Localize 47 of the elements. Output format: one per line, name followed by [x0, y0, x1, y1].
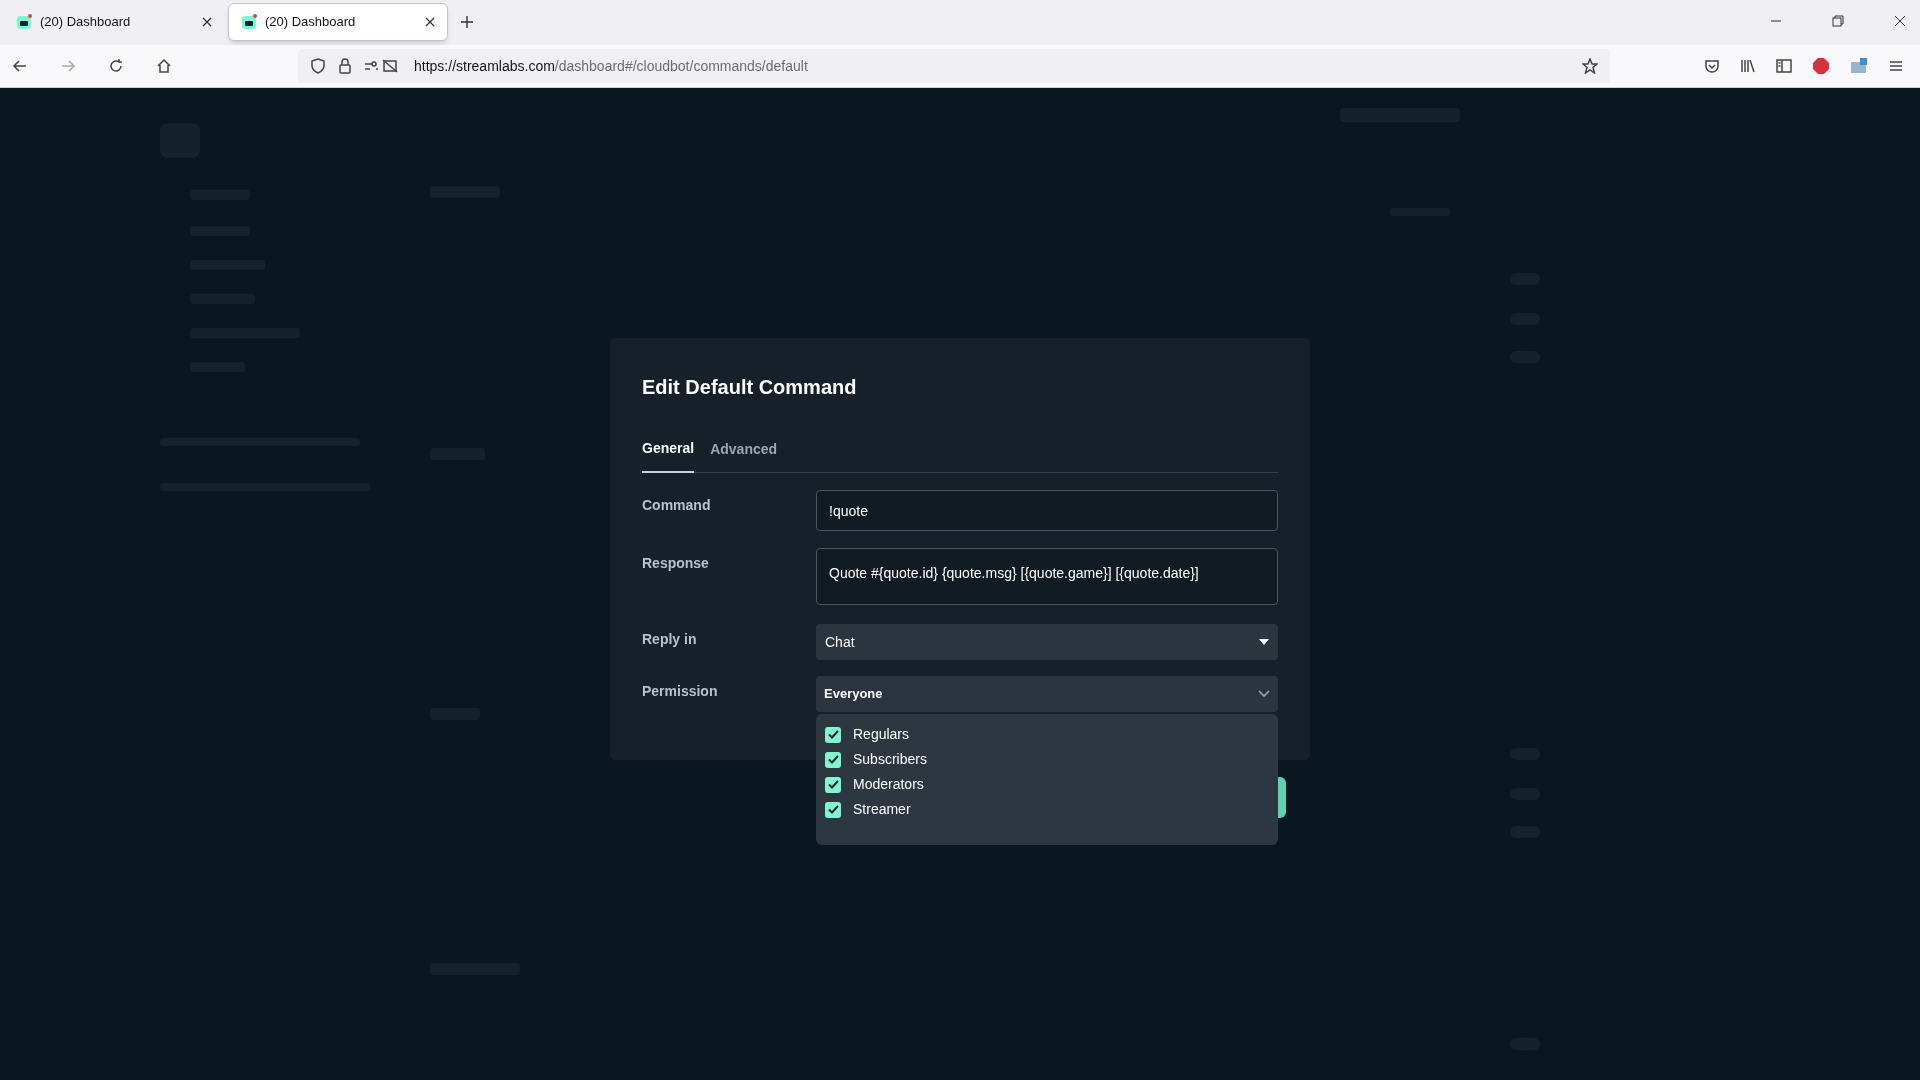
permission-select[interactable]: Everyone — [816, 676, 1278, 712]
permission-option[interactable]: Streamer — [825, 797, 1269, 822]
field-label: Response — [642, 554, 710, 573]
field-label: Command — [642, 496, 712, 515]
sidebar-icon[interactable] — [1776, 58, 1792, 74]
stop-sign-icon[interactable] — [1812, 57, 1830, 75]
checkbox[interactable] — [825, 801, 841, 818]
permission-option[interactable]: Subscribers — [825, 747, 1269, 772]
command-field[interactable]: !quote — [816, 490, 1278, 531]
permissions-icon — [364, 58, 398, 74]
pocket-icon[interactable] — [1704, 58, 1720, 74]
checkbox[interactable] — [825, 751, 841, 768]
new-tab-icon[interactable] — [460, 15, 474, 29]
menu-icon[interactable] — [1888, 58, 1904, 74]
bot-icon — [241, 14, 257, 30]
shield-icon — [310, 58, 326, 74]
tab-title: (20) Dashboard — [40, 13, 132, 32]
url-bar[interactable]: https://streamlabs.com/dashboard#/cloudbot/commands/default — [298, 49, 1610, 83]
url-text: https://streamlabs.com/dashboard#/cloudbot/commands/default — [414, 56, 808, 76]
close-icon[interactable] — [202, 17, 212, 27]
permission-option[interactable]: Regulars — [825, 722, 1269, 747]
browser-tab[interactable]: (20) Dashboard — [4, 3, 224, 41]
restore-icon[interactable] — [1832, 15, 1844, 27]
caret-icon — [1259, 639, 1269, 645]
field-label: Permission — [642, 682, 719, 701]
extension-icon[interactable] — [1850, 57, 1868, 75]
field-label: Reply in — [642, 630, 698, 649]
bot-icon — [16, 14, 32, 30]
star-icon[interactable] — [1582, 58, 1598, 74]
dialog-title: Edit Default Command — [642, 375, 858, 400]
chevron-icon — [1258, 690, 1270, 698]
close-icon[interactable] — [1894, 15, 1906, 27]
permission-option[interactable]: Moderators — [825, 772, 1269, 797]
tab-title: (20) Dashboard — [265, 13, 357, 32]
home-icon[interactable] — [156, 58, 172, 74]
browser-tab[interactable]: (20) Dashboard — [228, 3, 448, 41]
library-icon[interactable] — [1740, 58, 1756, 74]
dialog-tab[interactable]: General — [642, 438, 695, 473]
close-icon[interactable] — [425, 17, 435, 27]
reply-in-select[interactable]: Chat — [816, 624, 1278, 660]
dialog-tab[interactable]: Advanced — [710, 438, 778, 472]
checkbox[interactable] — [825, 776, 841, 793]
reload-icon[interactable] — [108, 58, 124, 74]
checkbox[interactable] — [825, 726, 841, 743]
lock-icon — [338, 58, 352, 74]
back-icon[interactable] — [12, 58, 28, 74]
response-field[interactable]: Quote #{quote.id} {quote.msg} [{quote.game}] [{quote.date}] — [816, 548, 1278, 605]
